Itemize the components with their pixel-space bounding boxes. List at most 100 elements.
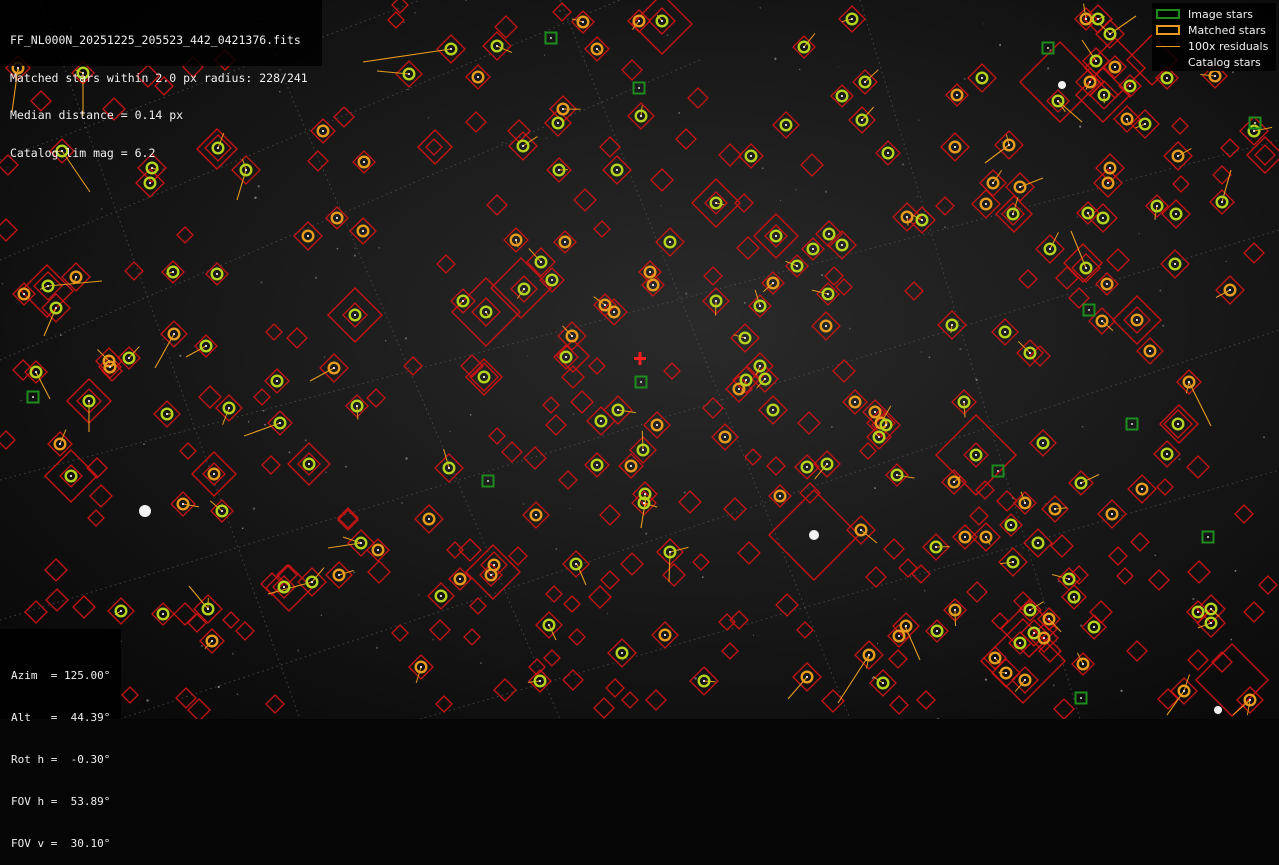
catalog-star [338,508,358,528]
matched-star-core [1103,94,1105,96]
matched-star-core [47,285,49,287]
legend-image-stars: Image stars [1156,7,1253,21]
legend-image-swatch [1156,9,1180,19]
faint-star [1162,325,1164,327]
legend-matched-swatch [1156,25,1180,35]
catalog-star [1172,118,1188,134]
matched-star-core [887,152,889,154]
catalog-star [912,565,930,583]
faint-star [1230,639,1232,641]
faint-star [774,58,776,60]
catalog-star [776,594,798,616]
matched-star-core [558,169,560,171]
faint-star [929,356,931,358]
catalog-star [722,643,738,659]
image-star-core [640,381,642,383]
catalog-star [1157,479,1173,495]
catalog-star [338,510,358,530]
catalog-star [223,612,239,628]
faint-star [1192,598,1194,600]
matched-star-core [878,436,880,438]
faint-star [544,55,545,56]
faint-star [324,356,325,357]
faint-star [2,283,4,285]
matched-star-core [333,367,335,369]
faint-star [378,247,380,249]
matched-star-core [1005,672,1007,674]
matched-star-core [826,463,828,465]
catalog-star [589,358,605,374]
matched-star-core [812,248,814,250]
matched-star-core [1054,508,1056,510]
matched-star-core [228,407,230,409]
matched-star-core [1102,217,1104,219]
catalog-star [917,691,935,709]
catalog-star [334,107,354,127]
matched-star-core [88,400,90,402]
catalog-star [543,397,559,413]
catalog-star [199,386,221,408]
matched-star-core [1166,453,1168,455]
catalog-star [1054,699,1074,719]
catalog-star [188,614,206,632]
residual-line [363,49,451,62]
matched-star-core [307,235,309,237]
faint-star [546,138,547,139]
catalog-star [388,12,404,28]
catalog-star [1244,243,1264,263]
faint-star [465,0,467,1]
matched-star-core [921,219,923,221]
matched-star-core [477,76,479,78]
faint-star [660,205,661,206]
faint-star [345,466,347,468]
faint-star [1047,67,1049,69]
matched-star-core [1174,263,1176,265]
legend-matched-label: Matched stars [1188,24,1266,37]
matched-star-core [322,130,324,132]
catalog-star [651,169,673,191]
faint-star [1002,142,1003,143]
matched-star-core [796,265,798,267]
matched-star-core [896,474,898,476]
faint-star [877,643,878,644]
matched-star-core [539,680,541,682]
faint-star [143,443,145,445]
catalog-star [368,561,390,583]
catalog-star [889,650,907,668]
catalog-limmag-text: Catalog lim mag = 6.2 [10,147,322,160]
catalog-star [992,613,1008,629]
faint-star [1154,554,1156,556]
matched-star-core [772,409,774,411]
faint-star [964,78,966,80]
faint-star [795,189,796,190]
catalog-star [46,589,68,611]
matched-star-core [1177,423,1179,425]
matched-star-core [649,271,651,273]
matched-star-core [1085,267,1087,269]
faint-star [21,400,22,401]
matched-star-core [1010,524,1012,526]
catalog-star [1188,650,1208,670]
matched-star-core [1068,578,1070,580]
faint-star [248,421,250,423]
catalog-star [546,415,566,435]
matched-star-core [59,443,61,445]
faint-star [1138,233,1140,235]
matched-star-core [70,475,72,477]
matched-star-core [851,18,853,20]
catalog-star [177,227,193,243]
matched-star-core [643,502,645,504]
catalog-star [735,194,753,212]
catalog-star [622,60,642,80]
matched-star-core [1024,679,1026,681]
catalog-star [509,547,527,565]
catalog-star [1255,145,1275,165]
azimuth-text: Azim = 125.00° [11,669,121,683]
matched-star-core [216,273,218,275]
catalog-star [767,457,785,475]
faint-star [852,520,853,521]
faint-star [354,255,356,257]
catalog-star [1117,568,1133,584]
catalog-star [1173,176,1189,192]
matched-star-core [785,124,787,126]
